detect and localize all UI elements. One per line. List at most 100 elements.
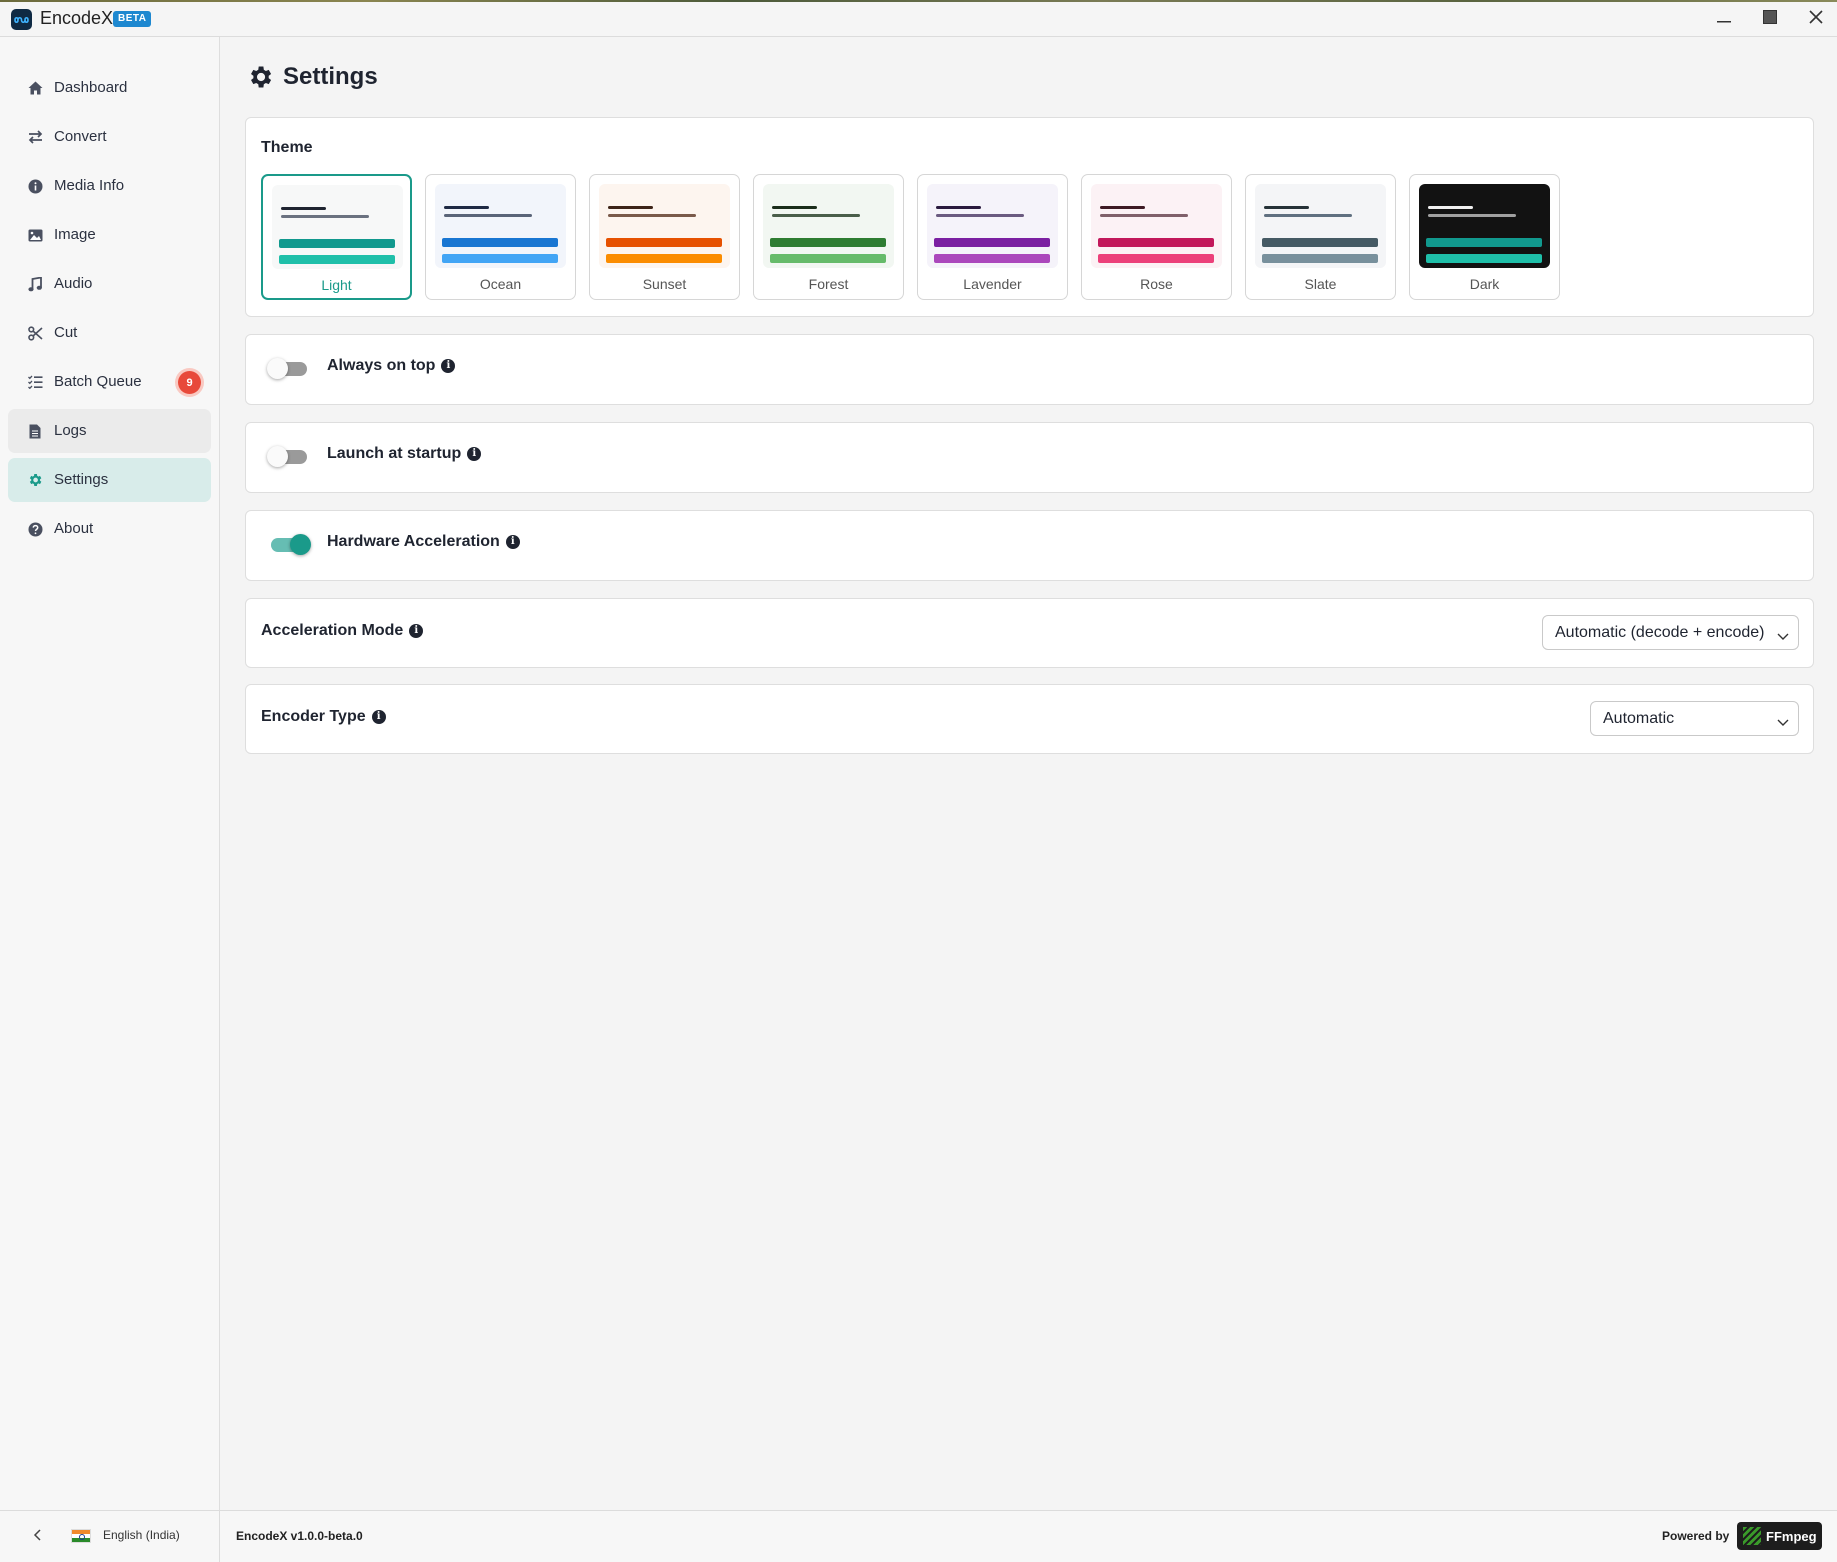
app-logo-icon	[11, 9, 32, 30]
theme-preview	[1255, 184, 1386, 268]
encoder-type-label: Encoder Type	[261, 708, 366, 725]
launch-at-startup-toggle[interactable]	[267, 446, 307, 467]
info-icon[interactable]: i	[505, 535, 520, 549]
theme-preview	[272, 185, 403, 269]
chevron-down-icon	[1777, 714, 1789, 726]
theme-preview-bar	[1262, 254, 1378, 263]
theme-preview-line	[608, 206, 653, 209]
theme-preview-bar	[934, 238, 1050, 247]
theme-preview-bar	[770, 238, 886, 247]
theme-preview	[1419, 184, 1550, 268]
collapse-sidebar-button[interactable]	[28, 1528, 46, 1546]
home-icon	[27, 80, 43, 96]
toggle-knob	[267, 358, 288, 379]
app-title: EncodeX	[40, 8, 114, 28]
hardware-acceleration-toggle[interactable]	[271, 534, 311, 555]
theme-card: Theme Light Ocean Sunset Forest Lavender Rose…	[245, 117, 1814, 317]
theme-preview-line	[936, 206, 981, 209]
theme-preview	[927, 184, 1058, 268]
list-check-icon	[27, 374, 43, 390]
sidebar-item-image[interactable]: Image	[8, 213, 211, 257]
sidebar-item-convert[interactable]: Convert	[8, 115, 211, 159]
always-on-top-label: Always on top	[327, 357, 436, 374]
sidebar-item-label: Logs	[54, 422, 87, 439]
always-on-top-card: Always on top i	[245, 334, 1814, 405]
launch-at-startup-label: Launch at startup	[327, 445, 462, 462]
always-on-top-toggle[interactable]	[267, 358, 307, 379]
info-icon[interactable]: i	[371, 710, 386, 724]
maximize-icon	[1763, 9, 1777, 29]
theme-option-label: Lavender	[963, 276, 1022, 292]
sidebar-item-label: Audio	[54, 275, 93, 292]
chevron-left-icon	[33, 1528, 41, 1546]
sidebar-item-logs[interactable]: Logs	[8, 409, 211, 453]
hardware-acceleration-card: Hardware Acceleration i	[245, 510, 1814, 581]
theme-preview-bar	[1426, 238, 1542, 247]
footer-divider	[219, 1511, 220, 1562]
theme-preview	[1091, 184, 1222, 268]
title-bar: EncodeX BETA	[0, 0, 1837, 37]
minimize-button[interactable]	[1709, 6, 1739, 32]
theme-preview-bar	[442, 238, 558, 247]
sidebar-item-settings[interactable]: Settings	[8, 458, 211, 502]
chevron-down-icon	[1777, 628, 1789, 640]
sidebar-item-batch-queue[interactable]: Batch Queue 9	[8, 360, 211, 404]
encoder-type-select[interactable]: Automatic	[1590, 701, 1799, 736]
sidebar-item-media-info[interactable]: Media Info	[8, 164, 211, 208]
theme-preview-bar	[770, 254, 886, 263]
batch-queue-count-badge: 9	[178, 371, 201, 394]
info-icon[interactable]: i	[441, 359, 456, 373]
swap-arrows-icon	[27, 129, 43, 145]
sidebar-item-dashboard[interactable]: Dashboard	[8, 66, 211, 110]
theme-option-rose[interactable]: Rose	[1081, 174, 1232, 300]
theme-option-lavender[interactable]: Lavender	[917, 174, 1068, 300]
always-on-top-row: Always on top i	[327, 357, 456, 375]
ffmpeg-logo[interactable]: FFmpeg	[1737, 1522, 1822, 1550]
theme-preview-bar	[1098, 254, 1214, 263]
close-button[interactable]	[1801, 6, 1831, 32]
theme-preview-line	[608, 214, 696, 217]
language-selector[interactable]: English (India)	[103, 1528, 180, 1542]
theme-option-sunset[interactable]: Sunset	[589, 174, 740, 300]
maximize-button[interactable]	[1755, 6, 1785, 32]
sidebar-item-about[interactable]: About	[8, 507, 211, 551]
theme-preview-bar	[1262, 238, 1378, 247]
acceleration-mode-select[interactable]: Automatic (decode + encode)	[1542, 615, 1799, 650]
sidebar-item-label: Media Info	[54, 177, 125, 194]
status-footer: English (India) EncodeX v1.0.0-beta.0 Po…	[0, 1510, 1837, 1562]
theme-option-label: Ocean	[479, 276, 522, 292]
info-circle-icon	[27, 178, 43, 194]
theme-preview-line	[772, 206, 817, 209]
theme-option-ocean[interactable]: Ocean	[425, 174, 576, 300]
theme-preview-bar	[606, 238, 722, 247]
acceleration-mode-value: Automatic (decode + encode)	[1555, 624, 1765, 641]
theme-preview-line	[1428, 214, 1516, 217]
india-flag-icon	[71, 1529, 91, 1543]
theme-option-label: Rose	[1140, 276, 1173, 292]
theme-preview-line	[444, 214, 532, 217]
theme-preview-bar	[442, 254, 558, 263]
sidebar-item-label: Convert	[54, 128, 107, 145]
gear-icon	[27, 472, 43, 488]
minimize-icon	[1717, 10, 1731, 28]
sidebar-item-label: Image	[54, 226, 96, 243]
sidebar-item-cut[interactable]: Cut	[8, 311, 211, 355]
scissors-icon	[27, 325, 43, 341]
theme-preview-bar	[606, 254, 722, 263]
theme-preview-line	[281, 207, 326, 210]
theme-preview-line	[1264, 206, 1309, 209]
theme-option-slate[interactable]: Slate	[1245, 174, 1396, 300]
app-version: EncodeX v1.0.0-beta.0	[236, 1529, 363, 1543]
theme-preview-bar	[279, 239, 395, 248]
info-icon[interactable]: i	[467, 447, 482, 461]
info-icon[interactable]: i	[409, 624, 424, 638]
theme-option-forest[interactable]: Forest	[753, 174, 904, 300]
sidebar-item-audio[interactable]: Audio	[8, 262, 211, 306]
theme-preview-line	[936, 214, 1024, 217]
theme-preview	[435, 184, 566, 268]
theme-option-light[interactable]: Light	[261, 174, 412, 300]
hardware-acceleration-label: Hardware Acceleration	[327, 533, 500, 550]
theme-option-dark[interactable]: Dark	[1409, 174, 1560, 300]
launch-at-startup-card: Launch at startup i	[245, 422, 1814, 493]
sidebar: Dashboard Convert Media Info Image Audio…	[0, 37, 220, 1510]
